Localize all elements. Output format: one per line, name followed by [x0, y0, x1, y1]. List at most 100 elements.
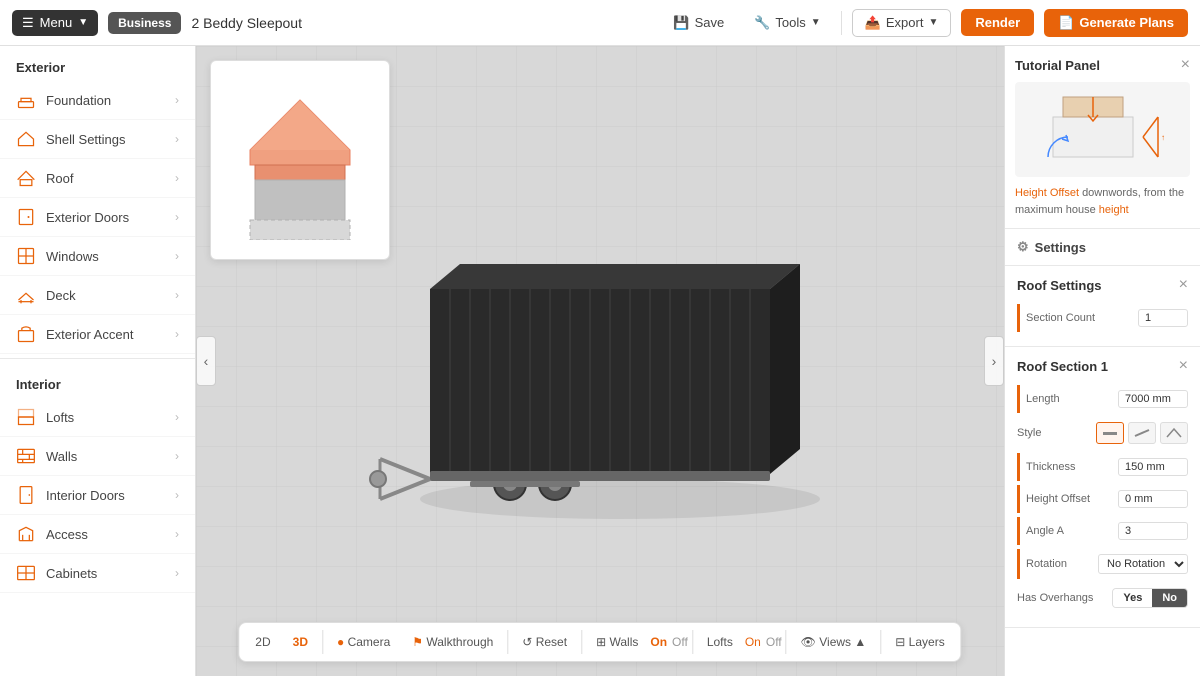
style-label: Style [1017, 427, 1041, 439]
generate-icon: 📄 [1058, 15, 1074, 31]
sidebar-item-label-windows: Windows [46, 249, 99, 264]
reset-label: Reset [536, 635, 567, 649]
sidebar-item-roof[interactable]: Roof › [0, 159, 195, 198]
views-label: Views [819, 635, 851, 649]
roof-section-close-button[interactable]: × [1179, 357, 1188, 375]
walls-button[interactable]: ⊞ Walls [586, 630, 648, 654]
has-overhangs-label: Has Overhangs [1017, 592, 1093, 604]
generate-label: Generate Plans [1079, 15, 1174, 30]
export-label: Export [886, 15, 924, 30]
right-panel: Tutorial Panel × ↑ [1004, 46, 1200, 676]
length-input[interactable] [1118, 390, 1188, 408]
menu-button[interactable]: ☰ Menu ▼ [12, 10, 98, 36]
canvas-area[interactable]: ‹ › [196, 46, 1004, 676]
height-offset-input[interactable] [1118, 490, 1188, 508]
style-btn-gable[interactable] [1160, 422, 1188, 444]
sidebar-item-interior-doors[interactable]: Interior Doors › [0, 476, 195, 515]
nav-arrow-right[interactable]: › [984, 336, 1004, 386]
interior-section-title: Interior [0, 363, 195, 398]
rotation-row: Rotation No Rotation 90° 180° 270° [1017, 549, 1188, 579]
tutorial-panel: Tutorial Panel × ↑ [1005, 46, 1200, 229]
svg-text:↑: ↑ [1161, 133, 1165, 142]
walls-icon: ⊞ [596, 635, 606, 649]
roof-settings-title: Roof Settings [1017, 278, 1102, 293]
btn-3d[interactable]: 3D [283, 630, 318, 654]
style-btn-flat[interactable] [1096, 422, 1124, 444]
chevron-right-icon: › [175, 527, 179, 541]
reset-button[interactable]: ↺ Reset [512, 630, 577, 654]
sidebar-item-shell-settings[interactable]: Shell Settings › [0, 120, 195, 159]
chevron-right-icon: › [175, 410, 179, 424]
chevron-right-icon: › [175, 566, 179, 580]
tutorial-panel-title: Tutorial Panel [1015, 58, 1100, 73]
btn-2d[interactable]: 2D [245, 630, 280, 654]
sidebar-item-label-deck: Deck [46, 288, 76, 303]
tutorial-text: Height Offset downwords, from the maximu… [1015, 185, 1190, 218]
tools-button[interactable]: 🔧 Tools ▼ [744, 10, 830, 36]
nav-arrow-left[interactable]: ‹ [196, 336, 216, 386]
sidebar-item-deck[interactable]: Deck › [0, 276, 195, 315]
layers-label: Layers [909, 635, 945, 649]
layers-button[interactable]: ⊟ Layers [885, 630, 954, 654]
walkthrough-label: Walkthrough [426, 635, 493, 649]
section-count-input[interactable] [1138, 309, 1188, 327]
roof-settings-panel: Roof Settings × Section Count [1005, 266, 1200, 347]
sidebar-item-windows[interactable]: Windows › [0, 237, 195, 276]
chevron-right-icon: › [175, 488, 179, 502]
exterior-accent-icon [16, 324, 36, 344]
tools-label: Tools [775, 15, 805, 30]
views-button[interactable]: 👁 Views ▲ [791, 630, 877, 654]
style-row: Style [1017, 417, 1188, 449]
menu-icon: ☰ [22, 15, 34, 31]
shell-settings-icon [16, 129, 36, 149]
sidebar-item-label-walls: Walls [46, 449, 77, 464]
section-count-label: Section Count [1026, 312, 1095, 324]
sidebar-item-access[interactable]: Access › [0, 515, 195, 554]
export-button[interactable]: 📤 Export ▼ [852, 9, 952, 37]
sidebar-item-walls[interactable]: Walls › [0, 437, 195, 476]
save-button[interactable]: 💾 Save [663, 10, 734, 36]
settings-header: ⚙ Settings [1005, 229, 1200, 266]
tutorial-close-button[interactable]: × [1181, 56, 1190, 74]
roof-settings-close-button[interactable]: × [1179, 276, 1188, 294]
main-area: Exterior Foundation › Shell Settings › [0, 46, 1200, 676]
eye-icon: 👁 [801, 635, 816, 649]
length-row: Length [1017, 385, 1188, 413]
walkthrough-button[interactable]: ⚑ Walkthrough [402, 630, 503, 654]
sidebar-item-exterior-doors[interactable]: Exterior Doors › [0, 198, 195, 237]
render-button[interactable]: Render [961, 9, 1034, 36]
height-offset-row: Height Offset [1017, 485, 1188, 513]
roof-section-title: Roof Section 1 [1017, 359, 1108, 374]
sidebar-item-foundation[interactable]: Foundation › [0, 81, 195, 120]
rotation-select[interactable]: No Rotation 90° 180° 270° [1098, 554, 1188, 574]
camera-button[interactable]: ● Camera [327, 630, 400, 654]
style-btn-mono[interactable] [1128, 422, 1156, 444]
interior-doors-icon [16, 485, 36, 505]
walkthrough-indicator: ⚑ [412, 635, 423, 649]
sidebar-item-label-lofts: Lofts [46, 410, 74, 425]
save-icon: 💾 [673, 15, 689, 31]
access-icon [16, 524, 36, 544]
cabinets-icon [16, 563, 36, 583]
overhangs-yes-button[interactable]: Yes [1113, 589, 1152, 607]
angle-a-label: Angle A [1026, 525, 1064, 537]
settings-label: Settings [1035, 240, 1086, 255]
sidebar-item-label-interior-doors: Interior Doors [46, 488, 125, 503]
thickness-input[interactable] [1118, 458, 1188, 476]
windows-icon [16, 246, 36, 266]
generate-plans-button[interactable]: 📄 Generate Plans [1044, 9, 1188, 37]
building-3d [340, 189, 860, 534]
save-label: Save [695, 15, 725, 30]
export-icon: 📤 [865, 15, 881, 31]
building-svg [340, 189, 860, 529]
sidebar-item-cabinets[interactable]: Cabinets › [0, 554, 195, 593]
overhangs-no-button[interactable]: No [1152, 589, 1187, 607]
sidebar-item-exterior-accent[interactable]: Exterior Accent › [0, 315, 195, 354]
section-count-row: Section Count [1017, 304, 1188, 332]
angle-a-input[interactable] [1118, 522, 1188, 540]
lofts-on-label: On [745, 635, 761, 649]
sidebar-item-label-doors: Exterior Doors [46, 210, 129, 225]
gear-icon: ⚙ [1017, 239, 1029, 255]
sidebar-item-lofts[interactable]: Lofts › [0, 398, 195, 437]
lofts-button[interactable]: Lofts [697, 630, 743, 654]
